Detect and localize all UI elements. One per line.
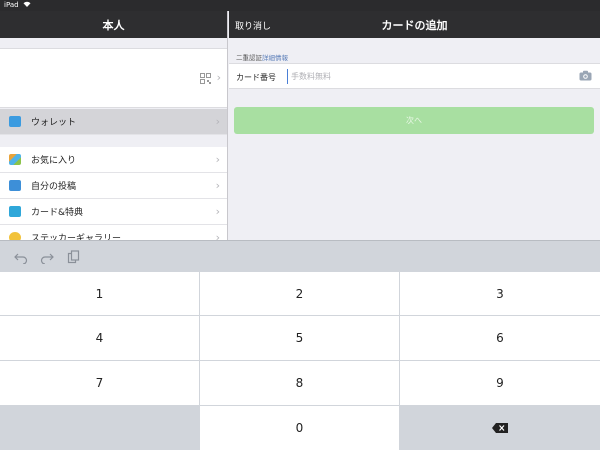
key-6[interactable]: 6 [400,316,600,360]
numeric-keypad: 1 2 3 4 5 6 7 8 9 0 [0,272,600,450]
keyboard-toolbar [0,240,600,272]
sidebar-item-label: カード&特典 [31,208,84,218]
card-icon [9,206,21,217]
section-note: 二重認証詳細情報 [236,52,288,62]
key-5[interactable]: 5 [200,316,399,360]
sidebar-item-sticker-gallery[interactable]: ステッカーギャラリー › [0,225,227,240]
device-label: iPad [4,1,19,9]
sidebar-item-label: お気に入り [31,156,77,166]
key-9[interactable]: 9 [400,361,600,405]
card-number-input[interactable] [287,69,567,84]
wifi-icon [23,0,31,11]
photo-icon [9,180,21,191]
delete-key[interactable] [400,406,600,450]
screen: iPad 本人 › ウォレット › お気に入り › 自分の投稿 › カード&特典… [0,0,600,450]
sidebar-item-label: ウォレット [31,118,77,128]
paste-icon[interactable] [67,250,81,264]
next-button[interactable]: 次へ [234,107,594,134]
key-8[interactable]: 8 [200,361,399,405]
backspace-icon [492,423,508,433]
right-pane: 取り消し カードの追加 二重認証詳細情報 カード番号 次へ [229,11,600,240]
profile-row[interactable]: › [0,48,227,108]
chevron-right-icon: › [215,179,220,192]
left-header: 本人 [0,11,227,38]
left-title: 本人 [102,18,125,32]
camera-icon[interactable] [579,70,592,81]
card-number-label: カード番号 [236,73,276,82]
status-bar: iPad [0,0,600,11]
key-1[interactable]: 1 [0,272,199,315]
redo-icon[interactable] [40,250,54,264]
sidebar-item-label: 自分の投稿 [31,182,77,192]
card-number-row: カード番号 [229,63,600,89]
key-0[interactable]: 0 [200,406,399,450]
right-header: 取り消し カードの追加 [229,11,600,38]
chevron-right-icon: › [216,71,221,84]
chevron-right-icon: › [215,231,220,240]
sidebar-item-cards[interactable]: カード&特典 › [0,199,227,225]
undo-icon[interactable] [14,250,28,264]
chevron-right-icon: › [215,153,220,166]
cube-icon [9,154,21,165]
details-link[interactable]: 詳細情報 [262,54,288,62]
sidebar-item-favorites[interactable]: お気に入り › [0,147,227,173]
page-title: カードの追加 [381,19,448,32]
key-7[interactable]: 7 [0,361,199,405]
key-blank [0,406,199,450]
chevron-right-icon: › [215,205,220,218]
key-3[interactable]: 3 [400,272,600,315]
two-factor-label: 二重認証 [236,54,262,62]
qr-code-icon[interactable] [200,73,211,84]
sidebar-item-label: ステッカーギャラリー [31,234,122,240]
key-4[interactable]: 4 [0,316,199,360]
smile-icon [9,232,21,240]
sidebar-item-my-posts[interactable]: 自分の投稿 › [0,173,227,199]
chevron-right-icon: › [215,115,220,128]
key-2[interactable]: 2 [200,272,399,315]
left-pane: 本人 › ウォレット › お気に入り › 自分の投稿 › カード&特典 › ステ… [0,11,228,240]
wallet-icon [9,116,21,127]
sidebar-item-wallet[interactable]: ウォレット › [0,109,227,135]
